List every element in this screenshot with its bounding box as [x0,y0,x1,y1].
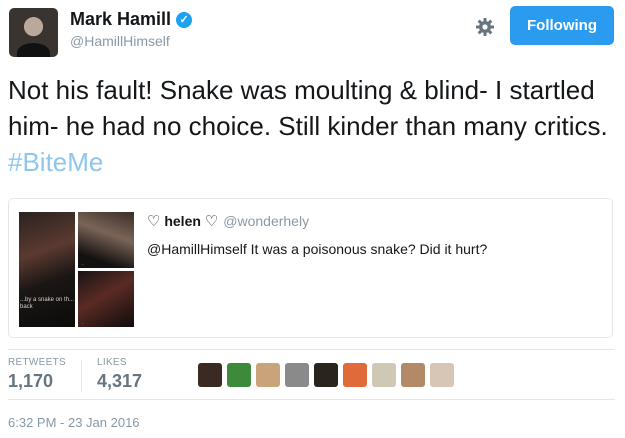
liker-avatar[interactable] [227,363,251,387]
tweet-body: Not his fault! Snake was moulting & blin… [8,75,608,141]
divider [8,399,615,400]
liker-avatar[interactable] [256,363,280,387]
media-caption: ...by a snake on th... back [20,297,75,310]
timestamp[interactable]: 6:32 PM - 23 Jan 2016 [8,415,140,430]
verified-check-icon: ✓ [176,11,193,28]
quoted-media-image[interactable]: ... [78,271,134,327]
tweet-text: Not his fault! Snake was moulting & blin… [8,72,613,180]
media-caption: ... [81,261,85,266]
liker-avatar[interactable] [285,363,309,387]
following-button[interactable]: Following [510,6,614,45]
author-name[interactable]: Mark Hamill [70,9,171,30]
quoted-text: @HamillHimself It was a poisonous snake?… [147,241,488,257]
retweets-count: 1,170 [8,371,54,391]
quoted-name[interactable]: helen [164,213,201,229]
likes-stat[interactable]: LIKES 4,317 [97,357,142,392]
liker-avatars [198,363,459,387]
quoted-media-image[interactable]: ...by a snake on th... back [19,212,75,327]
heart-icon: ♡ [147,213,161,230]
heart-icon: ♡ [204,213,219,230]
liker-avatar[interactable] [430,363,454,387]
quoted-tweet[interactable]: ...by a snake on th... back ... ... ♡ he… [8,198,613,338]
retweets-stat[interactable]: RETWEETS 1,170 [8,357,66,392]
liker-avatar[interactable] [401,363,425,387]
likes-label: LIKES [97,357,127,368]
stat-separator [81,360,82,392]
author-name-row: Mark Hamill ✓ [70,9,193,30]
liker-avatar[interactable] [343,363,367,387]
quoted-header: ♡ helen ♡ @wonderhely [147,212,309,230]
media-caption: ... [81,320,85,325]
quoted-handle[interactable]: @wonderhely [223,213,309,229]
liker-avatar[interactable] [372,363,396,387]
likes-count: 4,317 [97,371,143,391]
divider [8,349,615,350]
liker-avatar[interactable] [198,363,222,387]
retweets-label: RETWEETS [8,357,66,368]
author-avatar[interactable] [9,8,58,57]
hashtag-link[interactable]: #BiteMe [8,147,103,177]
author-handle[interactable]: @HamillHimself [70,33,170,49]
quoted-media[interactable]: ...by a snake on th... back ... ... [19,212,144,327]
quoted-media-image[interactable]: ... [78,212,134,268]
gear-icon[interactable] [472,14,498,40]
liker-avatar[interactable] [314,363,338,387]
